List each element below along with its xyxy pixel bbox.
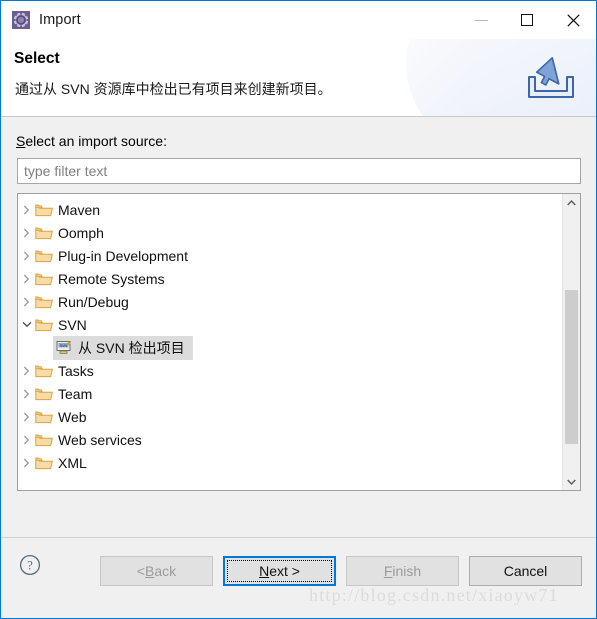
tree-item-team[interactable]: Team (18, 382, 562, 405)
next-button[interactable]: Next > (223, 556, 336, 586)
window-title: Import (39, 12, 81, 28)
tree-item-label: 从 SVN 检出项目 (78, 339, 185, 356)
folder-open-icon (35, 388, 53, 401)
title-bar: Import (1, 1, 596, 39)
tree-item-web-services[interactable]: Web services (18, 428, 562, 451)
tree-collapse-arrow[interactable] (18, 321, 35, 328)
import-dialog-window: Import Select 通过从 SVN 资源库中检出已有项目来创建新项目。 (0, 0, 597, 619)
close-icon (566, 13, 580, 27)
svn-checkout-icon: SVN (56, 341, 71, 354)
folder-open-icon (35, 273, 53, 286)
back-button-mnemonic: B (145, 563, 155, 579)
tree-vertical-scrollbar[interactable] (562, 194, 580, 490)
folder-open-icon (35, 434, 53, 447)
close-button[interactable] (550, 1, 596, 39)
tree-expand-arrow[interactable] (18, 274, 35, 284)
minimize-icon (474, 19, 488, 21)
tree-body[interactable]: Maven Oomph Plug-in Development Remote Syst… (18, 194, 562, 490)
tree-expand-arrow[interactable] (18, 205, 35, 215)
tree-item-label: Team (58, 385, 93, 402)
maximize-button[interactable] (504, 1, 550, 39)
filter-input[interactable] (17, 158, 581, 184)
svg-text:SVN: SVN (60, 344, 68, 348)
back-button-label: ack (154, 563, 177, 579)
scroll-down-arrow[interactable] (563, 473, 580, 490)
tree-item-plug-in-development[interactable]: Plug-in Development (18, 244, 562, 267)
folder-open-icon (35, 365, 53, 378)
svg-text:?: ? (27, 558, 33, 572)
tree-item-maven[interactable]: Maven (18, 198, 562, 221)
finish-button-label: inish (392, 563, 422, 579)
import-source-tree[interactable]: Maven Oomph Plug-in Development Remote Syst… (17, 193, 581, 491)
import-tray-arrow-icon (528, 57, 574, 98)
tree-expand-arrow[interactable] (18, 458, 35, 468)
focus-ring (227, 560, 332, 582)
back-button[interactable]: < Back (100, 556, 213, 586)
folder-open-icon (35, 319, 53, 332)
folder-open-icon (35, 296, 53, 309)
folder-open-icon (35, 411, 53, 424)
tree-item-label: XML (58, 454, 87, 471)
tree-item-svn[interactable]: SVN (18, 313, 562, 336)
tree-item-label: Web (58, 408, 87, 425)
help-question-icon[interactable]: ? (19, 554, 41, 576)
watermark-text: http://blog.csdn.net/xiaoyw71 (309, 585, 559, 605)
tree-item-label: Plug-in Development (58, 247, 188, 264)
back-button-prefix: < (136, 563, 146, 579)
cancel-button[interactable]: Cancel (469, 556, 582, 586)
tree-item-selected-highlight[interactable]: SVN 从 SVN 检出项目 (53, 335, 193, 360)
dialog-footer: ? < Back Next > Finish Cancel http://blo… (1, 537, 596, 618)
folder-open-icon (35, 250, 53, 263)
source-label-mnemonic: S (16, 133, 26, 149)
tree-expand-arrow[interactable] (18, 412, 35, 422)
tree-item-web[interactable]: Web (18, 405, 562, 428)
folder-open-icon (35, 227, 53, 240)
tree-item-xml[interactable]: XML (18, 451, 562, 474)
wizard-banner: Select 通过从 SVN 资源库中检出已有项目来创建新项目。 (1, 39, 596, 117)
tree-item-svn-checkout[interactable]: SVN 从 SVN 检出项目 (18, 335, 562, 360)
maximize-icon (521, 14, 533, 26)
tree-item-label: Remote Systems (58, 270, 165, 287)
cancel-button-label: Cancel (503, 563, 548, 579)
tree-expand-arrow[interactable] (18, 366, 35, 376)
eclipse-import-icon (12, 11, 30, 29)
dialog-content: Select an import source: Maven Oomph Plug-… (1, 117, 596, 537)
tree-item-oomph[interactable]: Oomph (18, 221, 562, 244)
folder-open-icon (35, 204, 53, 217)
page-description: 通过从 SVN 资源库中检出已有项目来创建新项目。 (15, 81, 332, 97)
tree-item-label: Maven (58, 201, 101, 218)
tree-item-run-debug[interactable]: Run/Debug (18, 290, 562, 313)
tree-expand-arrow[interactable] (18, 389, 35, 399)
minimize-button[interactable] (458, 1, 504, 39)
tree-item-label: Oomph (58, 224, 104, 241)
dialog-buttons: < Back Next > Finish Cancel (90, 556, 582, 586)
tree-item-label: SVN (58, 316, 87, 333)
tree-expand-arrow[interactable] (18, 435, 35, 445)
folder-open-icon (35, 457, 53, 470)
tree-expand-arrow[interactable] (18, 297, 35, 307)
tree-item-label: Tasks (58, 362, 94, 379)
finish-button[interactable]: Finish (346, 556, 459, 586)
scrollbar-thumb[interactable] (565, 290, 578, 444)
tree-item-label: Run/Debug (58, 293, 129, 310)
scroll-up-arrow[interactable] (563, 194, 580, 211)
tree-item-tasks[interactable]: Tasks (18, 359, 562, 382)
tree-item-label: Web services (58, 431, 142, 448)
tree-expand-arrow[interactable] (18, 228, 35, 238)
source-label-text: elect an import source: (25, 133, 167, 149)
window-controls (458, 1, 596, 39)
page-title: Select (14, 50, 60, 67)
source-label: Select an import source: (16, 133, 167, 149)
tree-item-remote-systems[interactable]: Remote Systems (18, 267, 562, 290)
finish-button-mnemonic: F (383, 563, 393, 579)
tree-expand-arrow[interactable] (18, 251, 35, 261)
